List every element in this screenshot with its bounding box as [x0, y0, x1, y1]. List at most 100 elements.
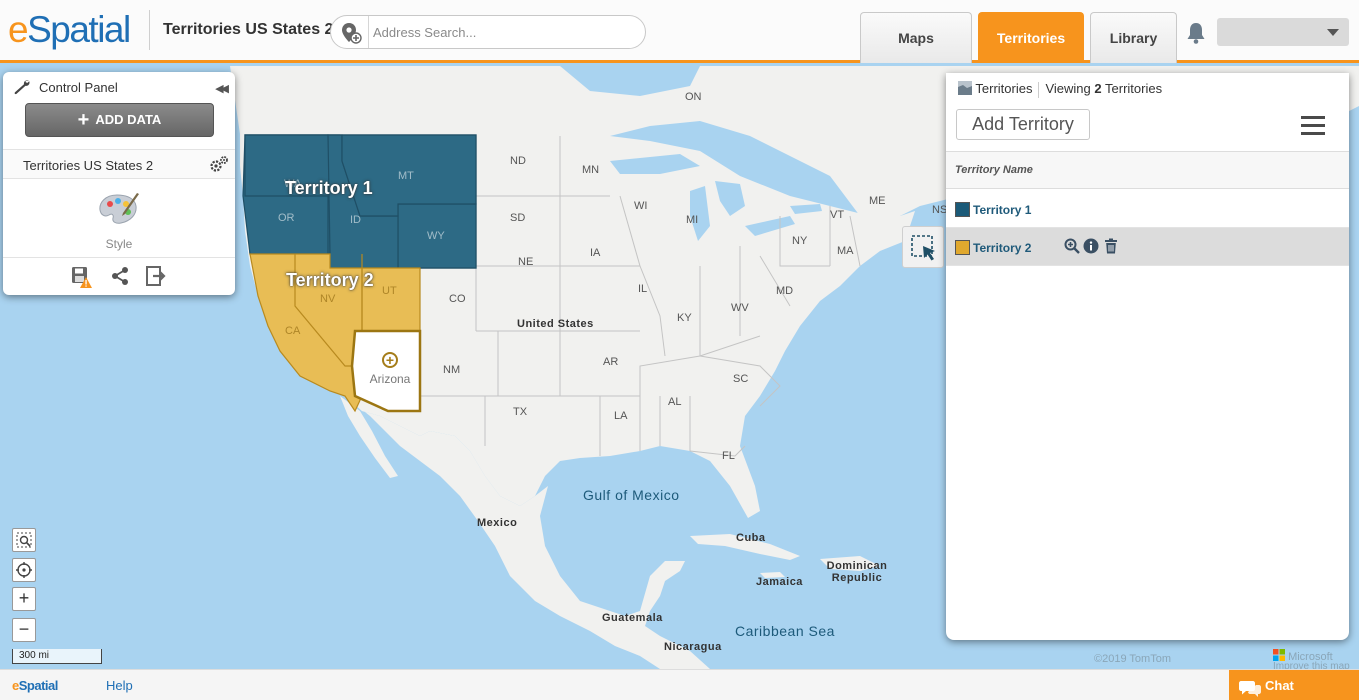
improve-map-link[interactable]: Improve this map	[1273, 661, 1350, 669]
territory-color-swatch[interactable]	[955, 202, 970, 217]
state-label-wi: WI	[634, 200, 648, 212]
zoom-extent-button[interactable]	[12, 528, 36, 552]
zoom-to-territory-icon[interactable]	[1064, 238, 1080, 259]
territory-2-map-label[interactable]: Territory 2	[286, 270, 374, 291]
add-territory-button[interactable]: Add Territory	[956, 109, 1090, 140]
viewing-prefix: Viewing	[1045, 81, 1091, 96]
state-label-vt: VT	[830, 209, 845, 221]
logo-text: Spatial	[27, 9, 131, 50]
state-label-tx: TX	[513, 406, 528, 418]
zoom-extent-icon	[16, 532, 32, 548]
tab-maps[interactable]: Maps	[860, 12, 972, 63]
style-label: Style	[105, 237, 133, 251]
espatial-logo[interactable]: eSpatial	[8, 9, 131, 51]
add-data-button[interactable]: + ADD DATA	[25, 103, 214, 137]
chevron-down-icon	[1327, 29, 1339, 36]
state-label-nd: ND	[510, 155, 526, 167]
footer-logo[interactable]: eSpatial	[12, 678, 58, 693]
state-label-ne: NE	[518, 256, 534, 268]
state-label-md: MD	[776, 285, 794, 297]
state-label-ma: MA	[837, 245, 854, 257]
microsoft-attribution[interactable]: Microsoft Improve this map	[1273, 649, 1350, 669]
add-data-label: ADD DATA	[95, 112, 162, 127]
state-label-me: ME	[869, 195, 886, 207]
control-panel-title: Control Panel	[39, 79, 118, 95]
scale-bar: 300 mi	[12, 649, 102, 664]
chat-button[interactable]: Chat	[1229, 670, 1359, 700]
help-link[interactable]: Help	[106, 678, 133, 693]
state-label-fl: FL	[722, 450, 735, 462]
state-label-sc: SC	[733, 373, 749, 385]
province-label-ns: NS	[932, 204, 948, 216]
state-label-ia: IA	[590, 247, 601, 259]
logo-e: e	[8, 9, 29, 50]
state-label-ca: CA	[285, 325, 301, 337]
layer-item[interactable]: Territories US States 2	[3, 149, 235, 179]
collapse-panel-icon[interactable]: ◀◀	[215, 82, 229, 95]
locate-button[interactable]	[12, 558, 36, 582]
state-label-wy: WY	[427, 230, 445, 242]
control-panel: Control Panel ◀◀ + ADD DATA Territories U…	[3, 72, 235, 295]
location-pin-add-icon[interactable]	[331, 16, 369, 48]
header-divider	[149, 10, 150, 50]
territory-count: 2	[1094, 81, 1102, 96]
layer-settings-gear-icon[interactable]	[209, 155, 229, 178]
state-label-mi: MI	[686, 214, 699, 226]
territories-panel: Territories Viewing 2 Territories Add Ter…	[946, 73, 1349, 640]
state-label-co: CO	[449, 293, 466, 305]
territory-1-map-label[interactable]: Territory 1	[285, 178, 373, 199]
state-label-ky: KY	[677, 312, 692, 324]
territories-panel-header: Territories Viewing 2 Territories	[958, 81, 1162, 98]
selection-cursor-icon	[911, 235, 935, 261]
territory-row-1[interactable]: Territory 1	[946, 190, 1349, 228]
arizona-marker[interactable]: + Arizona	[368, 352, 412, 386]
style-button[interactable]: Style	[91, 192, 147, 251]
arizona-label: Arizona	[368, 372, 412, 386]
bell-icon[interactable]	[1186, 22, 1206, 49]
territories-map-icon	[958, 81, 972, 95]
export-icon[interactable]	[146, 266, 166, 291]
state-label-nm: NM	[443, 364, 461, 376]
water-label-gulf-of-mexico: Gulf of Mexico	[583, 487, 680, 503]
tab-territories[interactable]: Territories	[978, 12, 1084, 63]
hamburger-menu-icon[interactable]	[1301, 116, 1325, 136]
zoom-out-button[interactable]: −	[12, 618, 36, 642]
paint-palette-icon	[99, 193, 139, 224]
tab-library[interactable]: Library	[1090, 12, 1177, 63]
address-search-input[interactable]	[373, 22, 633, 42]
territory-name[interactable]: Territory 1	[973, 203, 1031, 217]
territory-color-swatch[interactable]	[955, 240, 970, 255]
trash-icon[interactable]	[1104, 238, 1118, 259]
app-footer: eSpatial Help Chat	[0, 669, 1359, 700]
info-icon[interactable]	[1083, 238, 1099, 259]
app-header: eSpatial Territories US States 2 Maps Te…	[0, 0, 1359, 63]
territory-name-column-header[interactable]: Territory Name	[946, 151, 1349, 189]
chat-bubble-icon	[1239, 681, 1261, 697]
territory-name[interactable]: Territory 2	[973, 241, 1031, 255]
crosshair-icon	[16, 562, 32, 578]
country-label-cuba: Cuba	[736, 532, 766, 544]
territory-row-2[interactable]: Territory 2	[946, 228, 1349, 266]
country-label-dominican-republic: Dominican Republic	[826, 560, 888, 584]
lasso-select-button[interactable]	[902, 226, 944, 268]
viewing-suffix: Territories	[1105, 81, 1163, 96]
state-label-id: ID	[350, 214, 361, 226]
save-warning-icon[interactable]	[71, 266, 93, 295]
state-label-mn: MN	[582, 164, 600, 176]
share-icon[interactable]	[110, 266, 130, 291]
state-label-il: IL	[638, 283, 648, 295]
add-circle-icon[interactable]: +	[382, 352, 398, 368]
country-label-nicaragua: Nicaragua	[664, 641, 722, 653]
province-label-on: ON	[685, 91, 702, 103]
user-menu-dropdown[interactable]	[1217, 18, 1349, 46]
state-label-mt: MT	[398, 170, 414, 182]
state-label-ar: AR	[603, 356, 619, 368]
state-label-nv: NV	[320, 293, 336, 305]
state-label-ut: UT	[382, 285, 397, 297]
water-label-caribbean-sea: Caribbean Sea	[735, 623, 835, 639]
state-label-or: OR	[278, 212, 295, 224]
state-label-ny: NY	[792, 235, 808, 247]
zoom-in-button[interactable]: +	[12, 587, 36, 611]
footer-logo-e: e	[12, 678, 19, 693]
address-search	[330, 15, 646, 49]
